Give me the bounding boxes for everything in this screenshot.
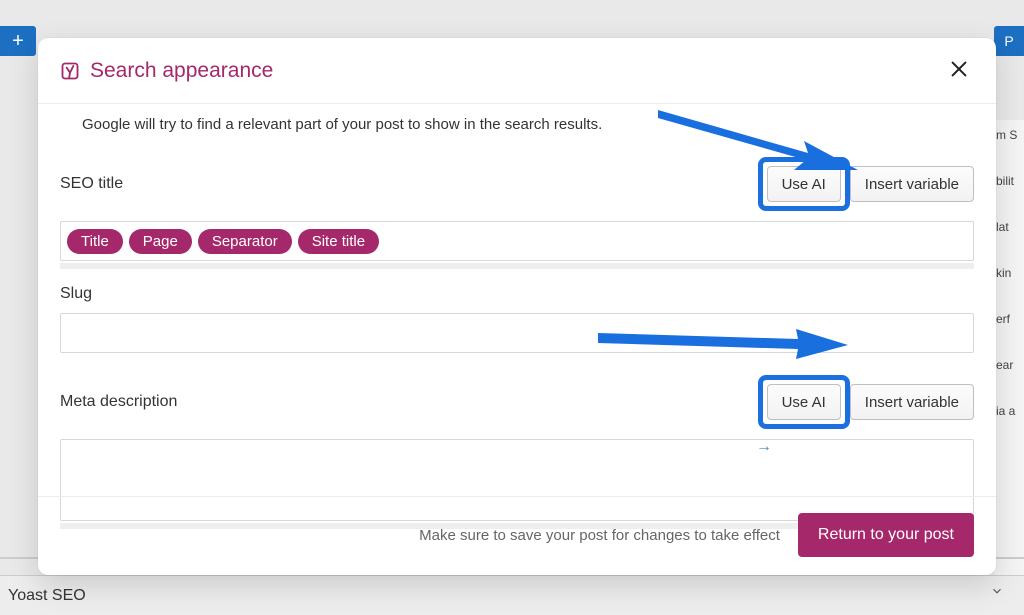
intro-text: Google will try to find a relevant part …: [60, 116, 974, 133]
close-button[interactable]: [944, 54, 974, 87]
plus-icon: +: [12, 30, 24, 53]
close-icon: [948, 68, 970, 83]
modal-body: Google will try to find a relevant part …: [38, 116, 996, 529]
bg-side-frag: erf: [994, 304, 1024, 350]
variable-pill-sitetitle[interactable]: Site title: [298, 229, 379, 254]
small-arrow-icon: →: [756, 438, 772, 456]
yoast-icon: [60, 61, 80, 81]
return-to-post-button[interactable]: Return to your post: [798, 513, 974, 557]
bg-add-button[interactable]: +: [0, 26, 36, 56]
seo-title-use-ai-button[interactable]: Use AI: [767, 166, 841, 202]
bg-side-frag: ear: [994, 350, 1024, 396]
bg-publish-button[interactable]: P: [994, 26, 1024, 56]
modal-footer: Make sure to save your post for changes …: [38, 496, 996, 575]
footer-message: Make sure to save your post for changes …: [419, 527, 780, 544]
bg-side-frag: m S: [994, 120, 1024, 166]
modal-title: Search appearance: [90, 59, 273, 83]
slug-row-header: Slug: [60, 285, 974, 303]
variable-pill-title[interactable]: Title: [67, 229, 123, 254]
bg-bottom-label: Yoast SEO: [8, 587, 86, 605]
meta-label: Meta description: [60, 393, 758, 411]
bg-publish-frag: P: [1004, 33, 1013, 49]
ai-highlight-frame: Use AI: [758, 157, 850, 211]
search-appearance-modal: Search appearance Google will try to fin…: [38, 38, 996, 575]
seo-title-label: SEO title: [60, 175, 758, 193]
modal-header: Search appearance: [38, 38, 996, 104]
bg-bottom-panel[interactable]: Yoast SEO: [0, 575, 1024, 615]
seo-title-row-header: SEO title Use AI Insert variable: [60, 157, 974, 211]
meta-row-header: Meta description Use AI Insert variable: [60, 375, 974, 429]
variable-pill-separator[interactable]: Separator: [198, 229, 292, 254]
slug-label: Slug: [60, 285, 974, 303]
chevron-down-icon: [990, 584, 1004, 603]
bg-side-panel: m S bilit lat kin erf ear ia a: [994, 120, 1024, 575]
bg-side-frag: bilit: [994, 166, 1024, 212]
ai-highlight-frame: Use AI: [758, 375, 850, 429]
variable-pill-page[interactable]: Page: [129, 229, 192, 254]
bg-side-frag: kin: [994, 258, 1024, 304]
seo-title-input[interactable]: Title Page Separator Site title: [60, 221, 974, 261]
bg-side-frag: ia a: [994, 396, 1024, 442]
slug-input[interactable]: [60, 313, 974, 353]
seo-title-meter: [60, 263, 974, 269]
meta-insert-variable-button[interactable]: Insert variable: [850, 384, 974, 420]
meta-use-ai-button[interactable]: Use AI: [767, 384, 841, 420]
bg-side-frag: lat: [994, 212, 1024, 258]
seo-title-insert-variable-button[interactable]: Insert variable: [850, 166, 974, 202]
